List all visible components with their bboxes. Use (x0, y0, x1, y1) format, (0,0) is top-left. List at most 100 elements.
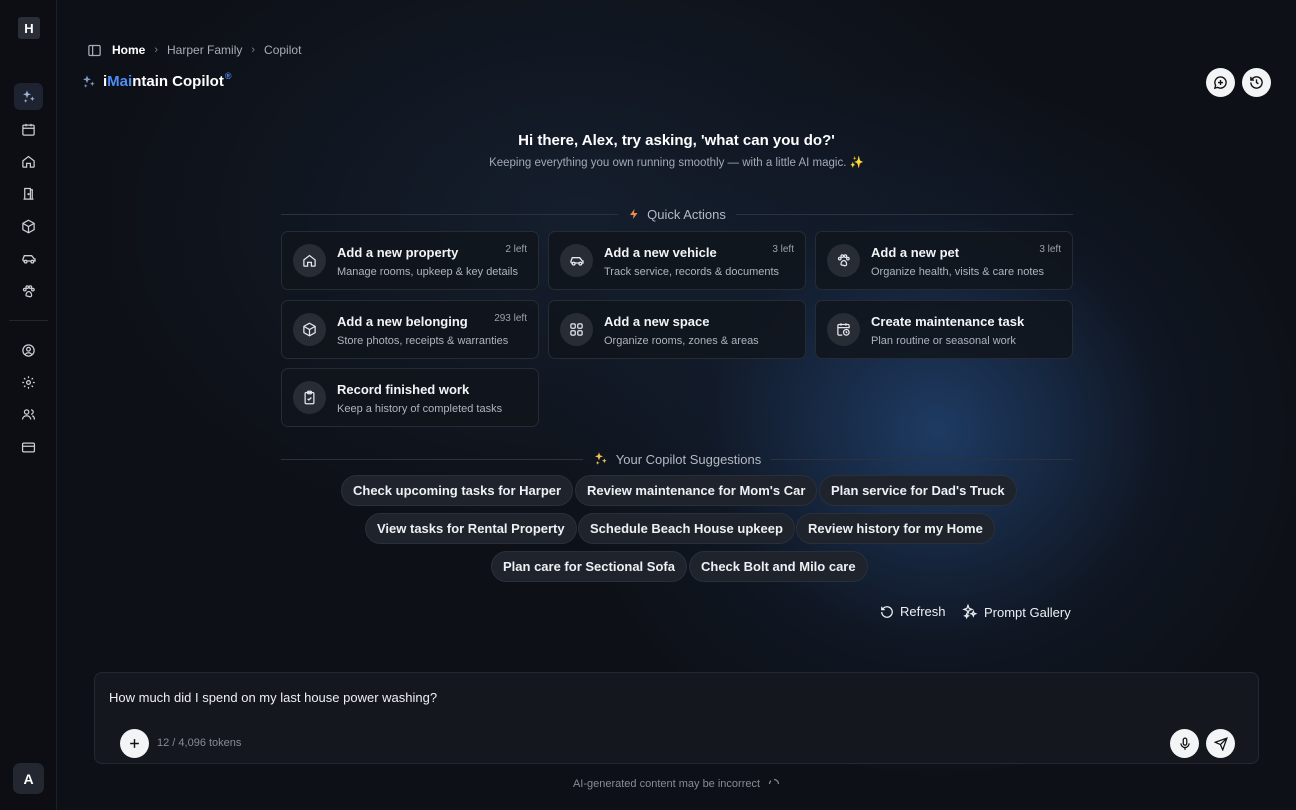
suggestion-chip[interactable]: View tasks for Rental Property (365, 513, 577, 544)
calendar-clock-icon (827, 313, 860, 346)
grid-icon (560, 313, 593, 346)
title-highlight: Mai (107, 73, 133, 90)
sidebar: H A (0, 0, 57, 810)
credit-card-icon (21, 442, 36, 453)
paw-icon (827, 244, 860, 277)
refresh-button[interactable]: Refresh (880, 604, 946, 619)
history-button[interactable] (1242, 68, 1271, 97)
bolt-icon (630, 209, 638, 219)
clipboard-check-icon (293, 381, 326, 414)
quick-action-card[interactable]: Create maintenance task Plan routine or … (815, 300, 1073, 359)
attach-button[interactable] (120, 729, 149, 758)
sidebar-item-settings[interactable] (14, 369, 43, 396)
card-remaining: 2 left (505, 244, 527, 255)
prompt-gallery-button[interactable]: Prompt Gallery (962, 604, 1071, 620)
quick-action-card[interactable]: Add a new pet Organize health, visits & … (815, 231, 1073, 290)
quick-actions-label: Quick Actions (647, 206, 726, 222)
card-remaining: 293 left (494, 313, 527, 324)
sidebar-item-copilot[interactable] (14, 83, 43, 110)
home-icon (293, 244, 326, 277)
microphone-icon (1179, 737, 1190, 750)
sparkles-icon (22, 89, 35, 103)
quick-action-card[interactable]: Add a new property Manage rooms, upkeep … (281, 231, 539, 290)
sidebar-item-members[interactable] (14, 401, 43, 428)
suggestion-chip[interactable]: Check Bolt and Milo care (689, 551, 868, 582)
quick-actions-header: Quick Actions (281, 206, 1074, 222)
breadcrumb: Home › Harper Family › Copilot (87, 42, 301, 58)
suggestion-chip[interactable]: Review history for my Home (796, 513, 995, 544)
workspace-badge[interactable]: H (18, 17, 40, 39)
card-description: Organize health, visits & care notes (871, 266, 1045, 278)
breadcrumb-home[interactable]: Home (112, 43, 145, 57)
card-description: Manage rooms, upkeep & key details (337, 266, 518, 278)
chevron-right-icon: › (251, 44, 256, 56)
sidebar-item-billing[interactable] (14, 434, 43, 461)
ai-disclaimer: AI-generated content may be incorrect (57, 778, 1296, 790)
sidebar-item-home[interactable] (14, 148, 43, 175)
car-icon (560, 244, 593, 277)
quick-action-card[interactable]: Add a new belonging Store photos, receip… (281, 300, 539, 359)
card-title: Add a new vehicle (604, 245, 717, 260)
registered-mark: ® (224, 70, 232, 81)
loading-spinner-icon (768, 778, 780, 785)
sidebar-item-vehicles[interactable] (14, 245, 43, 272)
card-description: Store photos, receipts & warranties (337, 335, 509, 347)
sidebar-item-profile[interactable] (14, 337, 43, 364)
new-chat-button[interactable] (1206, 68, 1235, 97)
user-circle-icon (22, 344, 35, 357)
suggestion-chip[interactable]: Check upcoming tasks for Harper (341, 475, 574, 506)
disclaimer-text: AI-generated content may be incorrect (572, 778, 761, 790)
card-description: Track service, records & documents (604, 266, 780, 278)
prompt-gallery-label: Prompt Gallery (984, 604, 1071, 620)
chat-composer: How much did I spend on my last house po… (94, 672, 1259, 764)
token-counter: 12 / 4,096 tokens (157, 737, 242, 749)
paw-icon (22, 285, 35, 298)
user-avatar[interactable]: A (13, 763, 44, 794)
send-icon (1213, 736, 1228, 751)
card-title: Add a new belonging (337, 314, 468, 329)
card-description: Keep a history of completed tasks (337, 403, 503, 415)
sidebar-toggle-icon[interactable] (87, 43, 102, 58)
page-title: i Mai ntain Copilot ® (81, 70, 232, 90)
sidebar-item-belongings[interactable] (14, 213, 43, 240)
greeting-subtitle: Keeping everything you own running smoot… (489, 157, 864, 169)
sidebar-item-spaces[interactable] (14, 180, 43, 207)
suggestion-chip[interactable]: Review maintenance for Mom's Car (575, 475, 818, 506)
sparkles-icon (962, 604, 978, 620)
quick-action-card[interactable]: Add a new vehicle Track service, records… (548, 231, 806, 290)
quick-action-card[interactable]: Add a new space Organize rooms, zones & … (548, 300, 806, 359)
suggestion-chip[interactable]: Schedule Beach House upkeep (578, 513, 795, 544)
users-icon (21, 409, 36, 420)
calendar-icon (22, 123, 35, 136)
door-icon (23, 187, 34, 200)
breadcrumb-current: Copilot (264, 43, 302, 57)
card-title: Add a new property (337, 245, 459, 260)
chevron-right-icon: › (154, 44, 159, 56)
gear-icon (22, 376, 35, 389)
history-icon (1250, 76, 1263, 89)
quick-action-card[interactable]: Record finished work Keep a history of c… (281, 368, 539, 427)
greeting-title: Hi there, Alex, try asking, 'what can yo… (518, 132, 835, 149)
suggestions-header: Your Copilot Suggestions (281, 451, 1074, 467)
refresh-icon (881, 605, 893, 618)
sparkles-icon (594, 452, 607, 465)
main-area: Home › Harper Family › Copilot i Mai ntain… (57, 0, 1296, 810)
voice-button[interactable] (1170, 729, 1199, 758)
home-icon (22, 155, 35, 168)
title-suffix: ntain Copilot (132, 73, 224, 90)
box-icon (22, 219, 35, 234)
card-title: Add a new space (604, 314, 710, 329)
message-input[interactable]: How much did I spend on my last house po… (109, 690, 437, 705)
suggestion-chip[interactable]: Plan care for Sectional Sofa (491, 551, 687, 582)
sidebar-item-pets[interactable] (14, 278, 43, 305)
card-description: Organize rooms, zones & areas (604, 335, 759, 347)
card-description: Plan routine or seasonal work (871, 335, 1016, 347)
send-button[interactable] (1206, 729, 1235, 758)
car-icon (21, 254, 36, 264)
plus-icon (130, 739, 139, 748)
suggestion-chip[interactable]: Plan service for Dad's Truck (819, 475, 1017, 506)
card-remaining: 3 left (772, 244, 794, 255)
sidebar-item-calendar[interactable] (14, 116, 43, 143)
sidebar-divider (9, 320, 48, 321)
breadcrumb-family[interactable]: Harper Family (167, 43, 242, 57)
